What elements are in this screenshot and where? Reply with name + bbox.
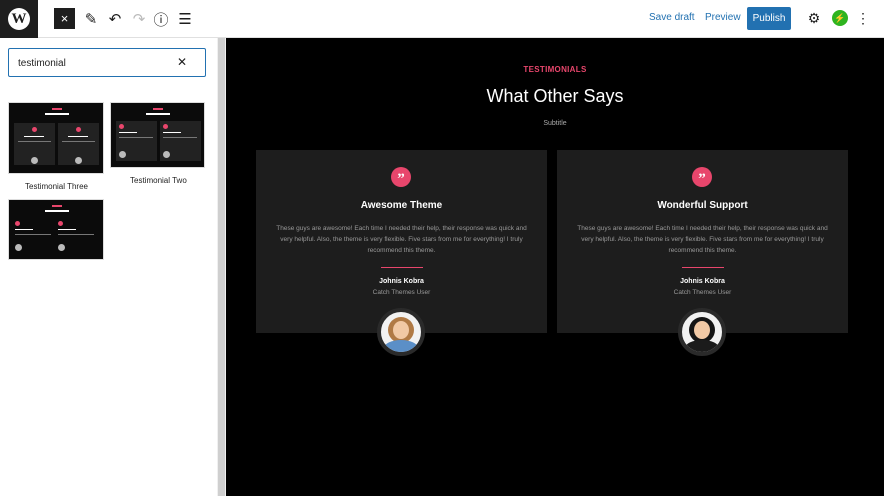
testimonial-author-role[interactable]: Catch Themes User [256,289,547,296]
quote-icon: ” [391,167,411,187]
thumb-quote-icon [76,127,81,132]
testimonial-divider [682,267,724,268]
thumb-card-title [119,132,137,133]
clear-search-icon[interactable]: ✕ [177,55,187,69]
thumb-text-line [119,137,153,138]
avatar-face [694,321,710,339]
thumb-avatar [31,157,38,164]
editor-canvas[interactable]: TESTIMONIALS What Other Says Subtitle ” … [226,38,884,496]
pattern-search-field[interactable]: ✕ [8,48,206,77]
thumb-avatar [163,151,170,158]
testimonial-author-role[interactable]: Catch Themes User [557,289,848,296]
thumb-quote-icon [119,124,124,129]
jetpack-button[interactable]: ⚡ [832,10,848,26]
thumb-kicker [52,205,62,207]
tools-button[interactable]: ✎ [80,8,102,30]
options-menu-button[interactable]: ⋮ [856,9,870,26]
close-icon: × [60,11,69,26]
thumb-quote-icon [58,221,63,226]
info-icon: ⓘ [153,11,169,29]
testimonial-title[interactable]: Wonderful Support [557,200,848,211]
thumb-quote-icon [32,127,37,132]
thumb-card-title [68,136,88,137]
scrollbar-thumb[interactable] [218,38,225,496]
section-heading[interactable]: What Other Says [226,86,884,107]
thumb-text-line [163,137,197,138]
testimonial-title[interactable]: Awesome Theme [256,200,547,211]
avatar-face [393,321,409,339]
list-view-button[interactable]: ☰ [174,8,196,30]
pattern-testimonial-one[interactable] [8,199,104,260]
thumb-avatar [58,244,65,251]
thumb-kicker [52,108,62,110]
thumb-card-title [24,136,44,137]
pattern-testimonial-three[interactable]: Testimonial Three [8,102,104,191]
thumb-quote-icon [15,221,20,226]
avatar-shirt [685,340,719,352]
pattern-label: Testimonial Two [130,176,187,185]
undo-icon: ↶ [108,11,122,28]
pen-icon: ✎ [84,11,98,28]
thumb-card-title [58,229,76,230]
pattern-preview-thumbnail [110,102,205,168]
save-draft-button[interactable]: Save draft [649,12,695,23]
list-view-icon: ☰ [178,11,192,28]
kebab-icon: ⋮ [856,9,870,26]
testimonial-author-avatar[interactable] [678,308,726,356]
testimonial-card[interactable]: ” Wonderful Support These guys are aweso… [557,150,848,333]
thumb-text-line [18,141,51,142]
testimonial-card[interactable]: ” Awesome Theme These guys are awesome! … [256,150,547,333]
thumb-text-line [62,141,95,142]
pattern-search-input[interactable] [18,55,168,71]
settings-button[interactable]: ⚙ [806,10,822,26]
block-inserter-panel: ✕ Testimonial Three [0,38,217,496]
thumb-text-line [15,234,51,235]
sidebar-scrollbar[interactable] [217,38,226,496]
preview-button[interactable]: Preview [705,12,741,23]
thumb-heading [45,210,69,212]
thumb-heading [45,113,69,115]
close-inserter-button[interactable]: × [54,8,75,29]
pattern-preview-thumbnail [8,199,104,260]
details-button[interactable]: ⓘ [150,8,172,30]
pattern-testimonial-two[interactable]: Testimonial Two [110,102,205,185]
testimonial-author-avatar[interactable] [377,308,425,356]
thumb-avatar [75,157,82,164]
jetpack-icon: ⚡ [834,12,846,23]
redo-icon: ↷ [132,11,146,28]
thumb-card-title [15,229,33,230]
thumb-avatar [15,244,22,251]
thumb-card-title [163,132,181,133]
thumb-avatar [119,151,126,158]
avatar-shirt [384,340,418,352]
section-subtitle[interactable]: Subtitle [226,120,884,127]
wordpress-logo-icon: W [8,8,30,30]
pattern-label: Testimonial Three [25,182,88,191]
thumb-heading [146,113,170,115]
publish-button[interactable]: Publish [747,7,791,30]
editor-top-bar: W × ✎ ↶ ↷ ⓘ ☰ Save draft Preview Publish… [0,0,884,38]
section-kicker[interactable]: TESTIMONIALS [226,65,884,74]
gear-icon: ⚙ [807,9,821,26]
testimonial-text[interactable]: These guys are awesome! Each time I need… [577,223,828,256]
thumb-quote-icon [163,124,168,129]
testimonial-divider [381,267,423,268]
redo-button[interactable]: ↷ [128,8,150,30]
pattern-preview-thumbnail [8,102,104,174]
quote-icon: ” [692,167,712,187]
testimonial-text[interactable]: These guys are awesome! Each time I need… [276,223,527,256]
thumb-kicker [153,108,163,110]
wordpress-logo-button[interactable]: W [0,0,38,38]
thumb-text-line [58,234,94,235]
testimonial-author-name[interactable]: Johnis Kobra [256,278,547,285]
testimonial-author-name[interactable]: Johnis Kobra [557,278,848,285]
undo-button[interactable]: ↶ [104,8,126,30]
